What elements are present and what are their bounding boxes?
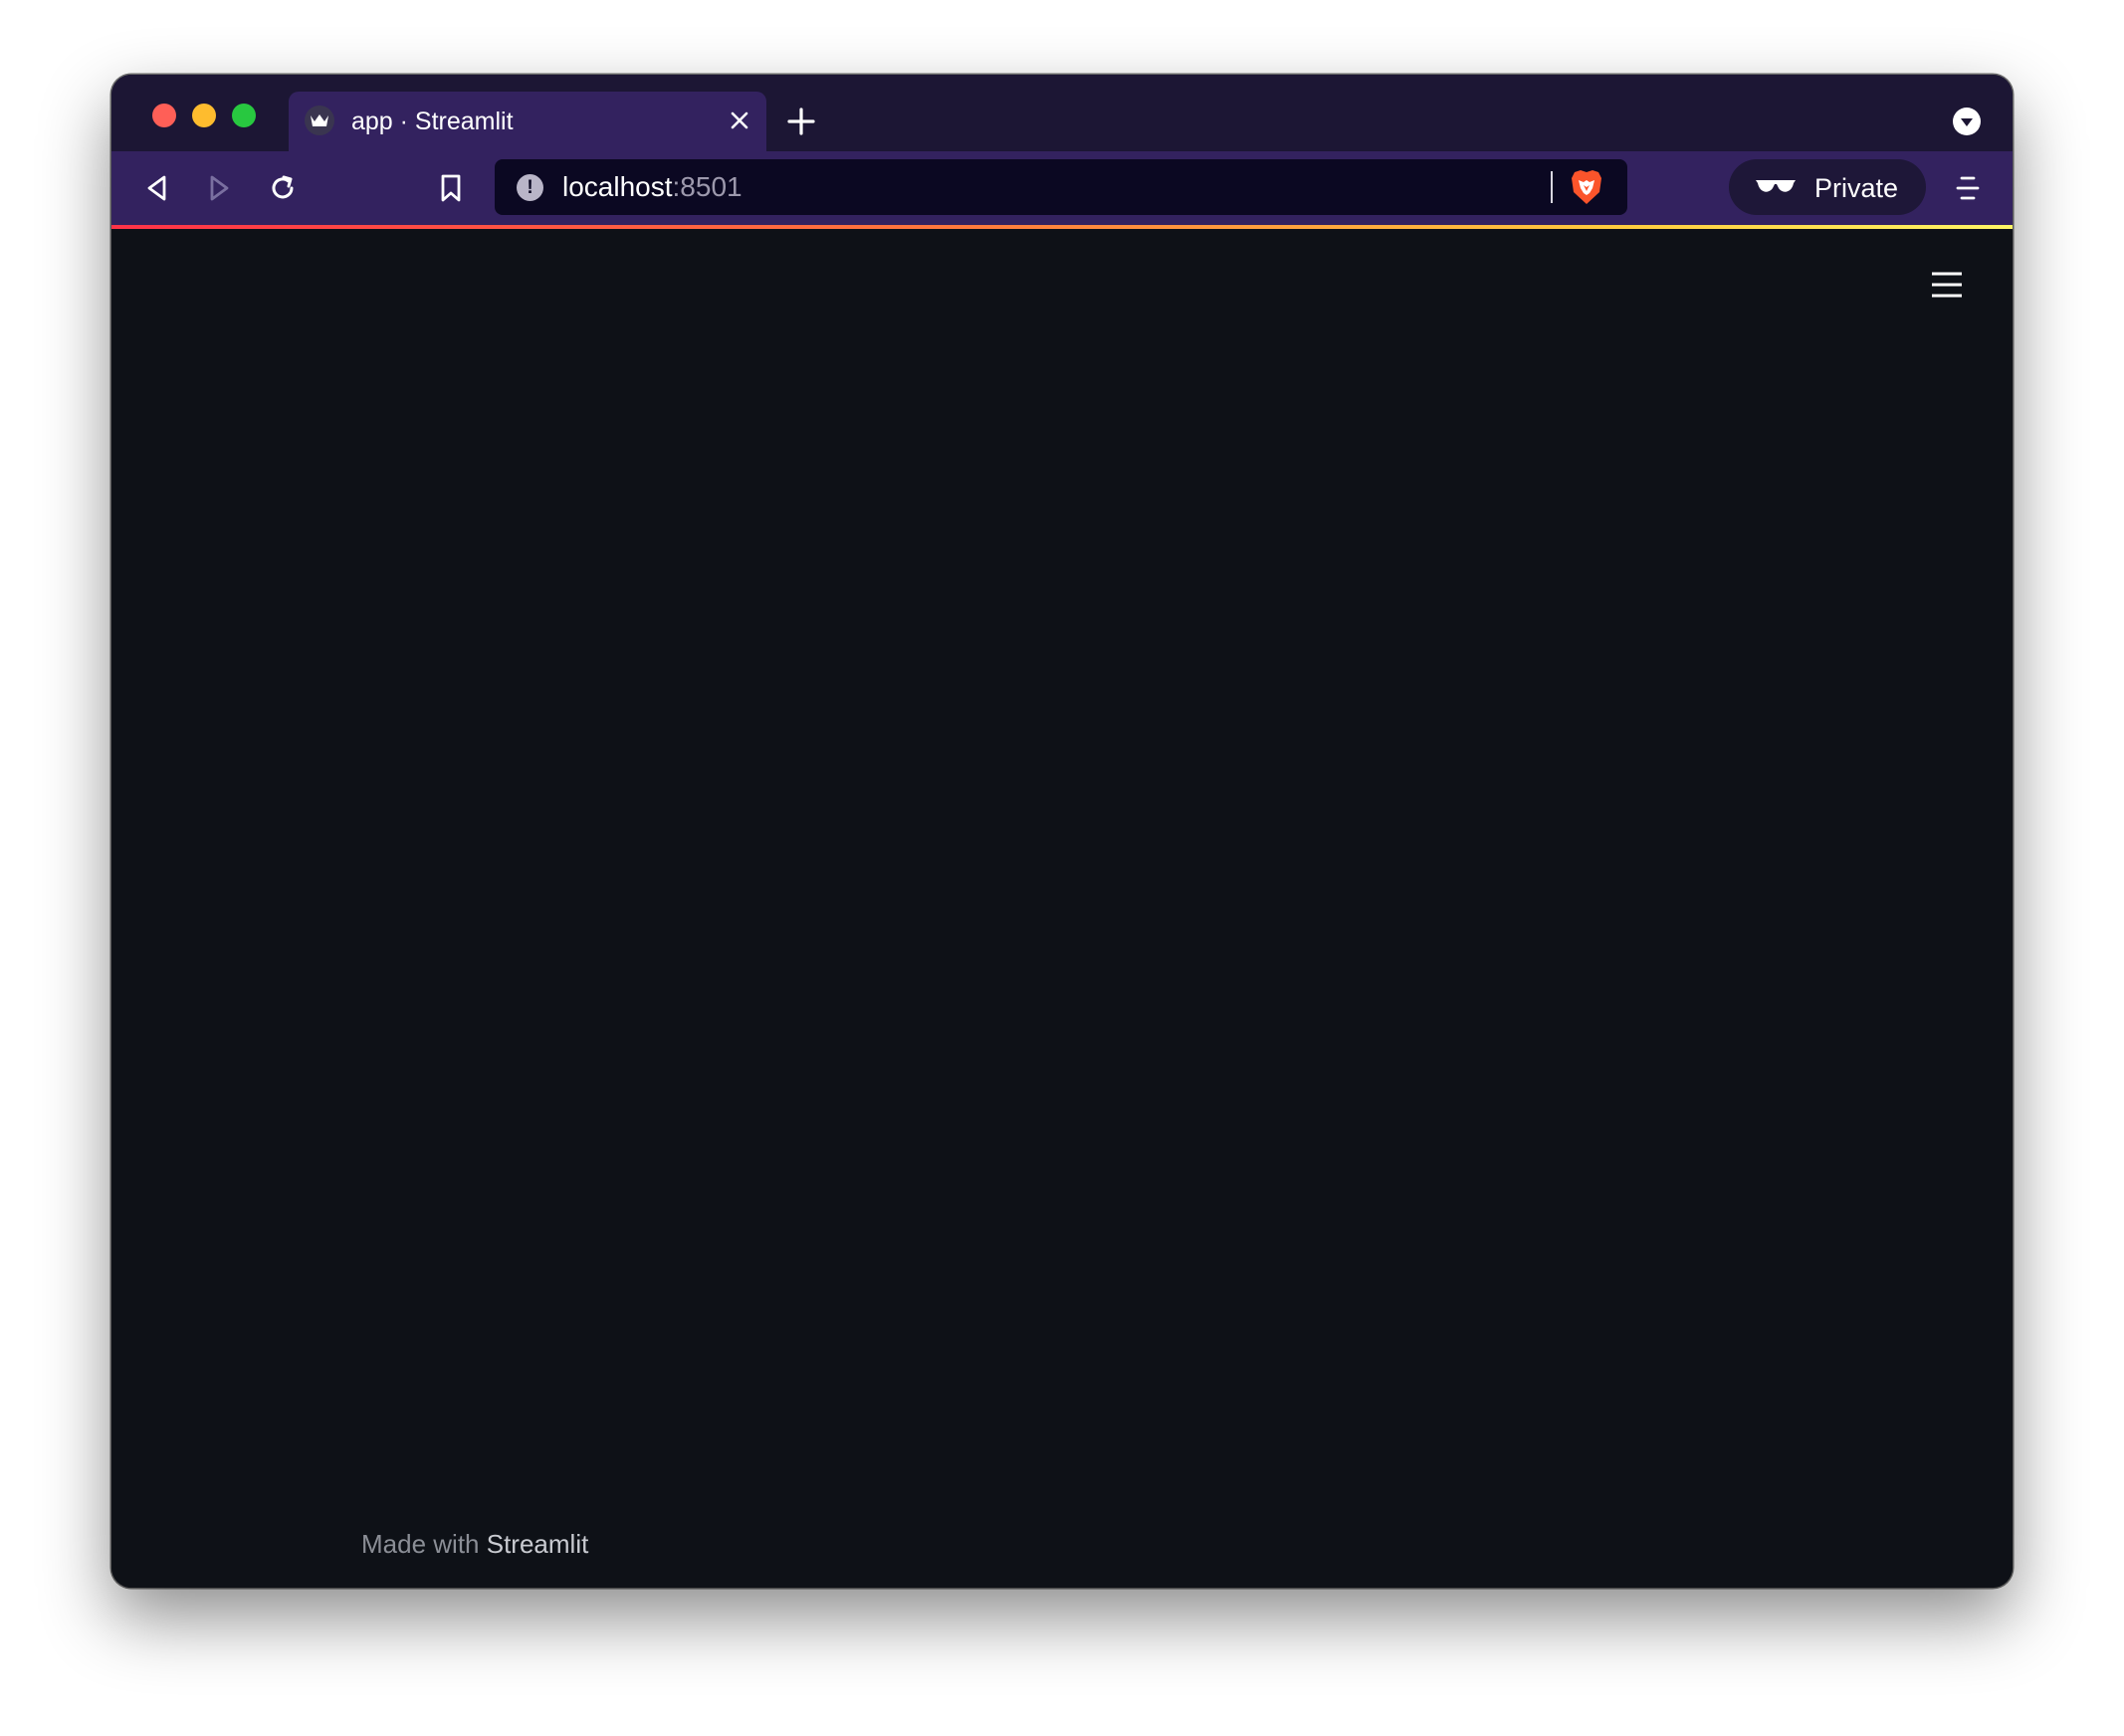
brave-lion-icon[interactable] xyxy=(1569,168,1604,206)
plus-icon xyxy=(787,108,815,135)
bookmark-icon xyxy=(441,174,461,202)
browser-menu-button[interactable] xyxy=(1947,167,1989,209)
forward-button[interactable] xyxy=(198,167,240,209)
new-tab-button[interactable] xyxy=(783,104,819,139)
browser-window: app · Streamlit ! localhost:8501 Private… xyxy=(111,75,2013,1588)
hamburger-menu-icon xyxy=(1932,272,1962,298)
footer: Made with Streamlit xyxy=(361,1528,588,1560)
bookmark-button[interactable] xyxy=(430,167,472,209)
url-divider xyxy=(1551,171,1553,203)
back-button[interactable] xyxy=(136,167,178,209)
close-window-button[interactable] xyxy=(152,104,176,127)
private-label: Private xyxy=(1814,173,1899,203)
streamlit-crown-icon xyxy=(305,106,334,135)
streamlit-link[interactable]: Streamlit xyxy=(487,1529,589,1559)
address-bar[interactable]: ! localhost:8501 xyxy=(495,159,1627,215)
info-icon[interactable]: ! xyxy=(517,174,543,201)
url-port: :8501 xyxy=(672,171,743,202)
footer-text: Made with xyxy=(361,1529,487,1559)
tab-close-button[interactable] xyxy=(723,104,756,137)
private-window-indicator[interactable]: Private xyxy=(1729,159,1926,215)
app-main-menu-button[interactable] xyxy=(1925,263,1969,307)
close-icon xyxy=(731,111,748,129)
tab-strip: app · Streamlit xyxy=(111,75,2013,151)
hamburger-menu-icon xyxy=(1956,176,1980,200)
reload-button[interactable] xyxy=(262,167,304,209)
minimize-window-button[interactable] xyxy=(192,104,216,127)
back-arrow-icon xyxy=(147,175,166,201)
maximize-window-button[interactable] xyxy=(232,104,256,127)
app-content: Made with Streamlit xyxy=(111,229,2013,1588)
browser-tab[interactable]: app · Streamlit xyxy=(289,92,766,151)
chevron-down-icon xyxy=(1953,108,1981,135)
url-text[interactable]: localhost:8501 xyxy=(562,171,743,203)
reload-icon xyxy=(272,175,294,199)
tab-title: app · Streamlit xyxy=(351,108,514,135)
url-host: localhost xyxy=(562,171,673,202)
browser-toolbar: ! localhost:8501 Private xyxy=(111,151,2013,225)
private-glasses-icon xyxy=(1756,180,1796,192)
tab-list-button[interactable] xyxy=(1951,106,1983,137)
forward-arrow-icon xyxy=(210,175,229,201)
